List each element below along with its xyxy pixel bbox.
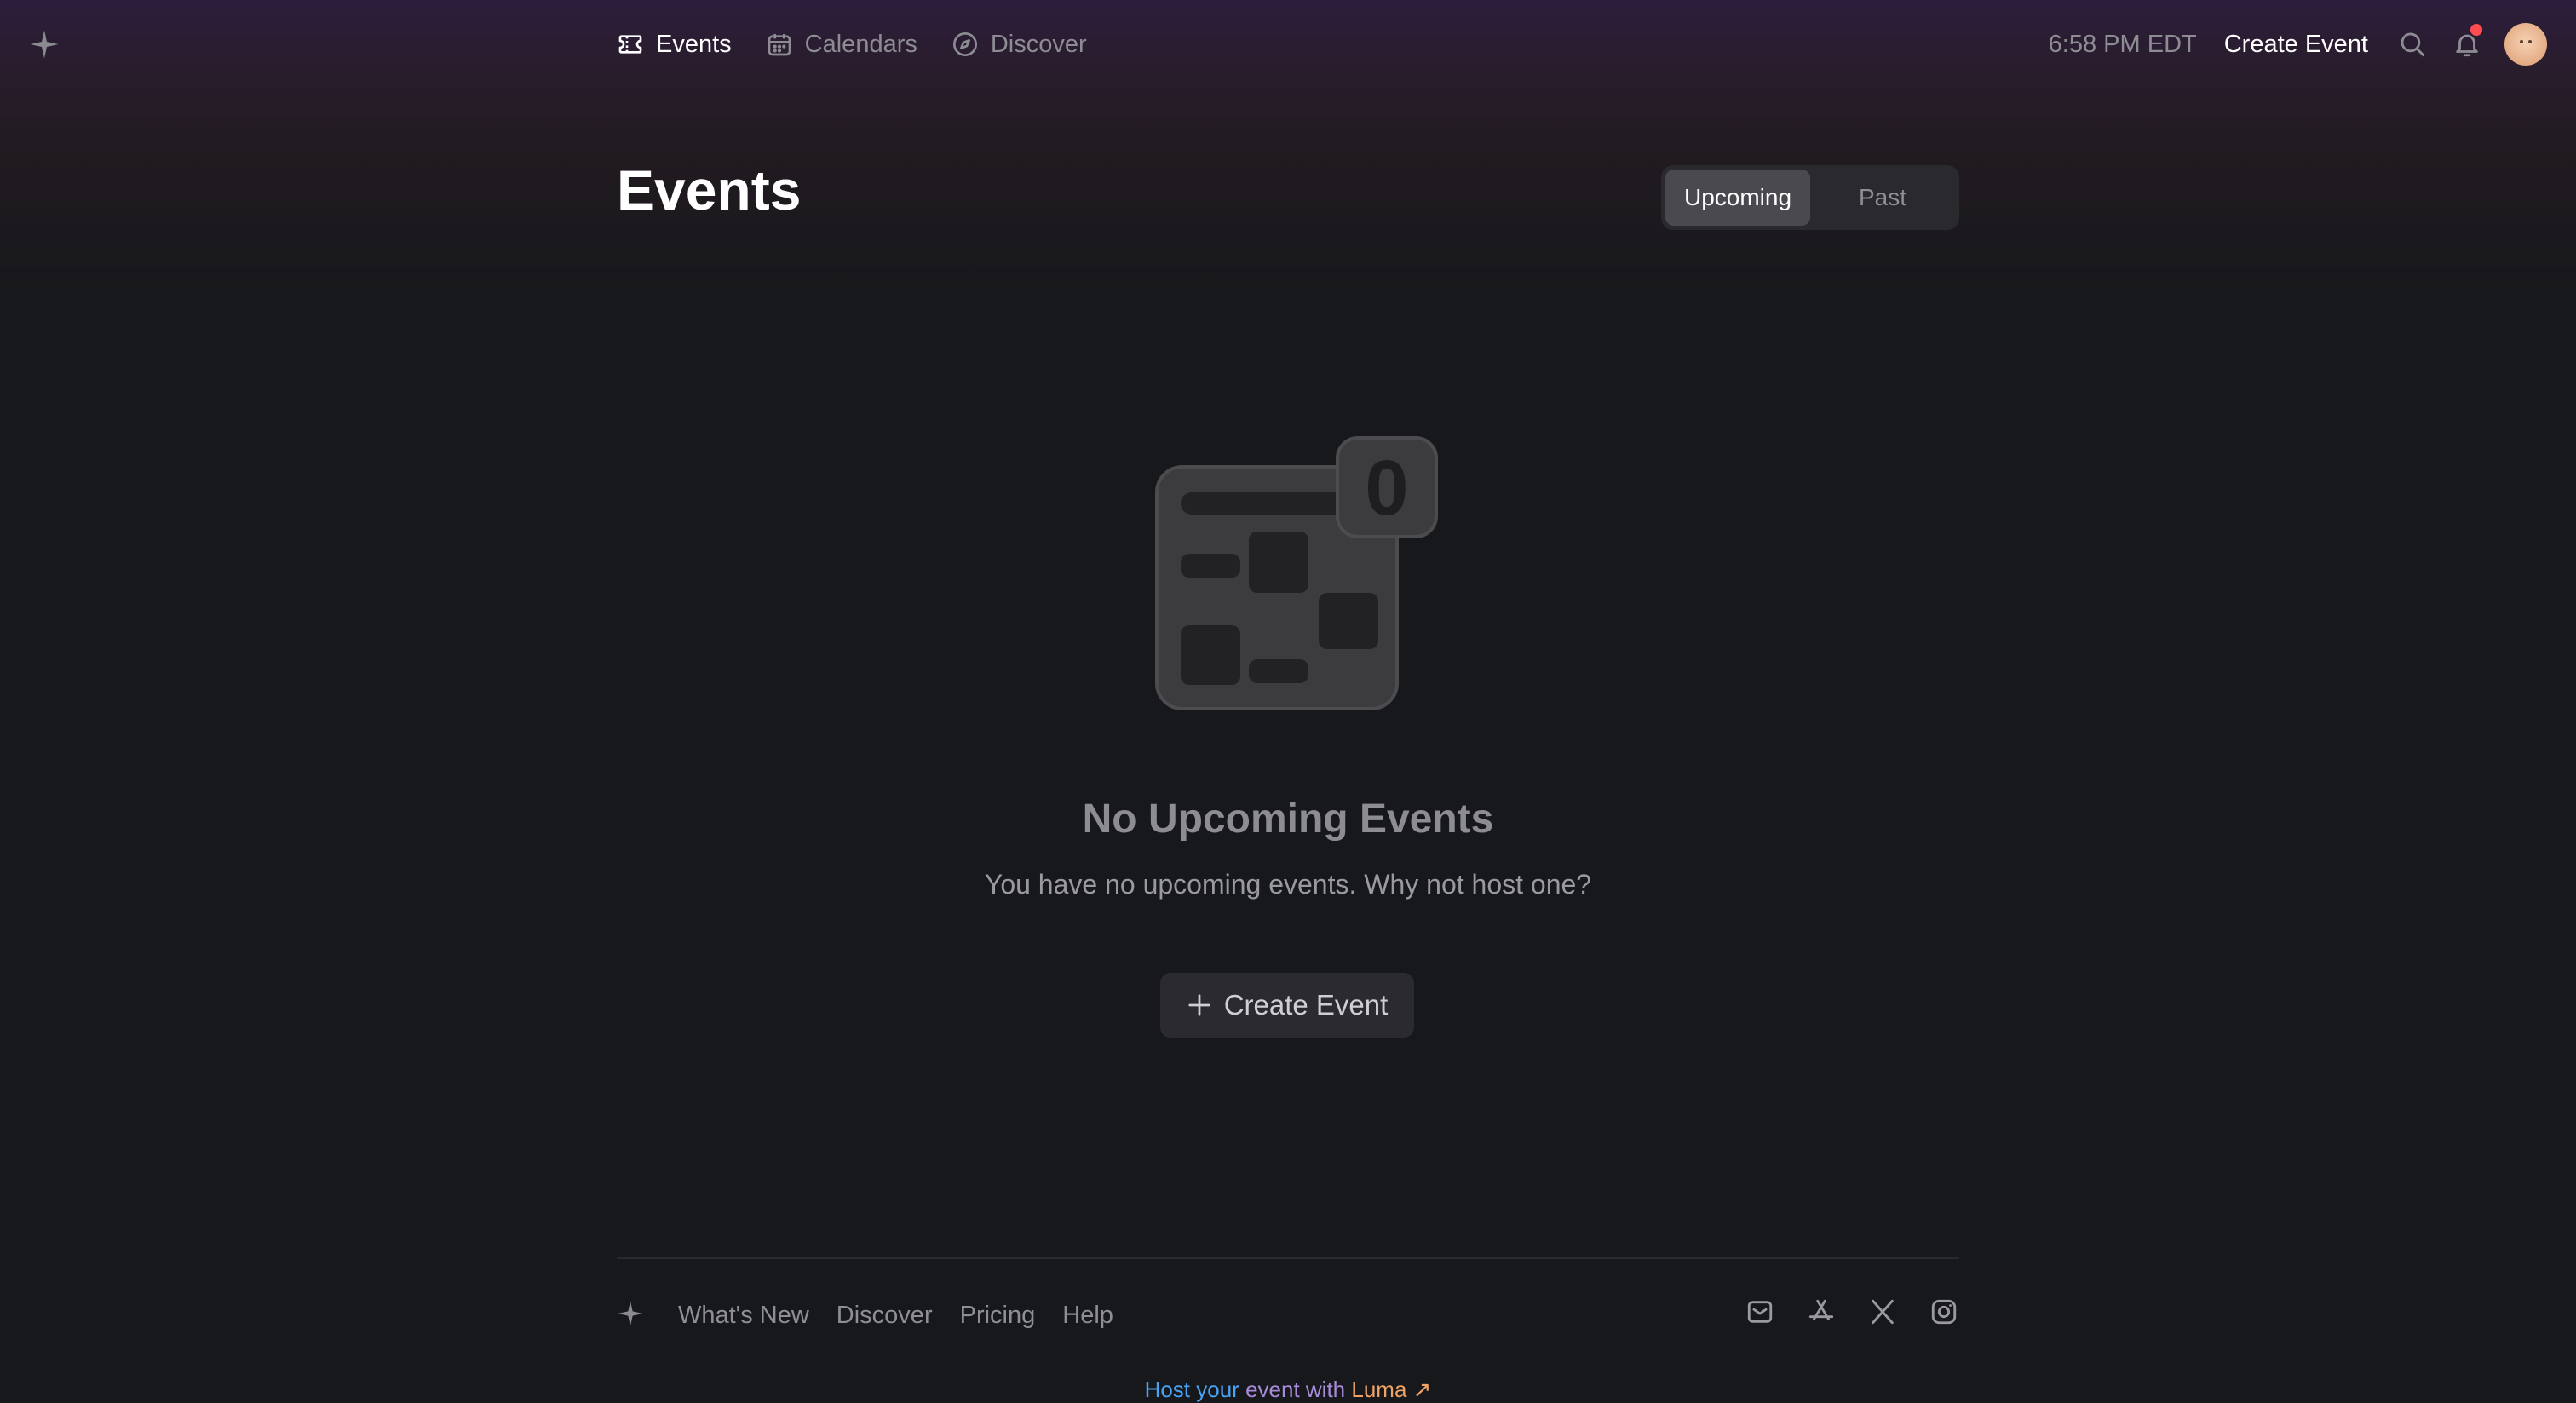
footer-link-pricing[interactable]: Pricing — [960, 1302, 1036, 1330]
empty-state-subtitle: You have no upcoming events. Why not hos… — [984, 869, 1592, 900]
create-event-button-label: Create Event — [1223, 989, 1389, 1021]
host-event-promo: Host your event with Luma ↗ — [0, 1377, 2576, 1403]
nav-label-calendars: Calendars — [804, 30, 917, 58]
nav-label-discover: Discover — [990, 30, 1087, 58]
nav-item-events[interactable]: Events — [617, 31, 732, 59]
notification-dot — [2470, 24, 2482, 36]
host-text-1: Host your — [1144, 1377, 1239, 1402]
top-navigation-bar: Events Calendars Discover 6:58 PM EDT Cr… — [0, 0, 2576, 89]
nav-item-discover[interactable]: Discover — [952, 31, 1087, 59]
mail-icon[interactable] — [1745, 1297, 1775, 1327]
search-button[interactable] — [2395, 27, 2429, 61]
footer-link-help[interactable]: Help — [1062, 1302, 1113, 1330]
events-time-filter: Upcoming Past — [1661, 165, 1959, 230]
nav-label-events: Events — [656, 30, 732, 58]
footer-logo-icon[interactable] — [617, 1300, 644, 1327]
footer-link-discover[interactable]: Discover — [837, 1302, 933, 1330]
instagram-icon[interactable] — [1929, 1297, 1959, 1327]
notifications-button[interactable] — [2450, 24, 2484, 61]
empty-badge-count: 0 — [1365, 445, 1408, 532]
page-title: Events — [617, 158, 802, 221]
avatar[interactable] — [2504, 23, 2547, 66]
main-nav: Events Calendars Discover — [617, 24, 1087, 65]
search-icon — [2401, 32, 2425, 57]
x-twitter-icon[interactable] — [1867, 1297, 1898, 1327]
host-text-2: event with — [1245, 1377, 1346, 1402]
topbar-right: 6:58 PM EDT Create Event — [2049, 20, 2547, 68]
footer-divider — [617, 1257, 1959, 1259]
plus-icon — [1188, 994, 1210, 1016]
tab-past[interactable]: Past — [1810, 170, 1955, 226]
tab-upcoming[interactable]: Upcoming — [1665, 170, 1810, 226]
luma-link[interactable]: Luma ↗ — [1351, 1377, 1431, 1402]
empty-state-title: No Upcoming Events — [1082, 796, 1494, 842]
app-store-icon[interactable] — [1806, 1297, 1837, 1327]
compass-icon — [952, 32, 977, 56]
footer: What's New Discover Pricing Help — [617, 1297, 1959, 1336]
create-event-button[interactable]: Create Event — [1160, 973, 1414, 1038]
calendar-icon — [768, 34, 791, 56]
footer-links: What's New Discover Pricing Help — [678, 1302, 1113, 1330]
social-links — [1745, 1297, 1959, 1327]
luma-logo-icon[interactable] — [29, 29, 60, 60]
create-event-link[interactable]: Create Event — [2224, 31, 2368, 59]
footer-link-whats-new[interactable]: What's New — [678, 1302, 809, 1330]
ticket-icon — [618, 35, 642, 54]
empty-calendar-illustration: 0 — [1155, 436, 1438, 710]
current-time: 6:58 PM EDT — [2048, 30, 2197, 58]
nav-item-calendars[interactable]: Calendars — [766, 31, 917, 59]
